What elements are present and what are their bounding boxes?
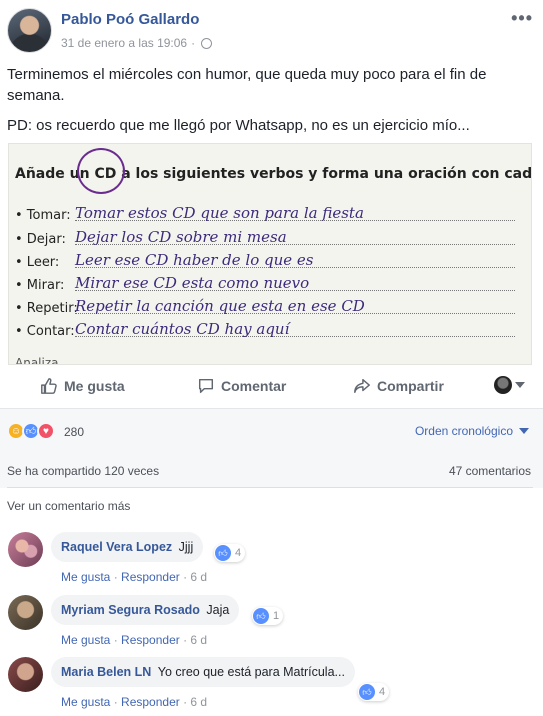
comment-like-count: 4: [379, 686, 386, 698]
comment-bubble: Maria Belen LN Yo creo que está para Mat…: [51, 657, 355, 687]
share-button[interactable]: Compartir: [353, 377, 444, 395]
worksheet-verb: • Tomar:: [15, 208, 71, 223]
commenter-avatar[interactable]: [8, 595, 43, 630]
commenter-avatar[interactable]: [8, 532, 43, 567]
order-label: Orden cronológico: [414, 424, 513, 438]
handwritten-answer: Leer ese CD haber de lo que es: [75, 251, 314, 269]
comment-actions: Me gusta · Responder · 6 d: [61, 633, 208, 647]
comment-reply-link[interactable]: Responder: [121, 570, 180, 584]
comment-actions: Me gusta · Responder · 6 d: [61, 570, 208, 584]
comment-text: Jaja: [206, 603, 230, 617]
commenter-avatar[interactable]: [8, 657, 43, 692]
comment-like-link[interactable]: Me gusta: [61, 695, 110, 709]
worksheet-row: • Dejar: Dejar los CD sobre mi mesa: [15, 228, 515, 247]
comment-text: Jjjj: [178, 540, 194, 554]
worksheet-verb: • Contar:: [15, 324, 75, 339]
comment-age[interactable]: 6 d: [190, 633, 207, 647]
post-meta: 31 de enero a las 19:06 ·: [61, 36, 213, 50]
worksheet-row: • Repetir: Repetir la canción que esta e…: [15, 297, 515, 316]
worksheet-row: • Contar: Contar cuántos CD hay aquí: [15, 320, 515, 339]
share-icon: [354, 378, 370, 394]
worksheet-row: • Tomar: Tomar estos CD que son para la …: [15, 204, 515, 223]
comment-order-dropdown[interactable]: Orden cronológico: [415, 424, 529, 438]
comment-bubble: Raquel Vera Lopez Jjjj: [51, 532, 204, 562]
view-more-comments-link[interactable]: Ver un comentario más: [7, 499, 130, 513]
commenter-name[interactable]: Myriam Segura Rosado: [61, 603, 200, 617]
post-text-line-2: PD: os recuerdo que me llegó por Whatsap…: [7, 117, 470, 134]
meta-separator: ·: [191, 36, 196, 50]
handwritten-answer: Dejar los CD sobre mi mesa: [75, 228, 287, 246]
comment-like-count: 1: [273, 610, 280, 622]
globe-icon: [201, 37, 213, 49]
comment-reply-link[interactable]: Responder: [121, 695, 180, 709]
comment-bubble: Myriam Segura Rosado Jaja: [51, 595, 240, 625]
like-button[interactable]: Me gusta: [40, 377, 125, 395]
chevron-down-icon: [519, 428, 529, 434]
commenter-name[interactable]: Maria Belen LN: [61, 665, 151, 679]
like-reaction-icon: 👍︎: [215, 545, 231, 561]
comment-like-link[interactable]: Me gusta: [61, 570, 110, 584]
reaction-icons[interactable]: ☺ 👍︎ ♥: [7, 422, 55, 440]
handwritten-answer: Contar cuántos CD hay aquí: [75, 320, 290, 338]
reactions-bar: ☺ 👍︎ ♥ 280 Orden cronológico: [0, 408, 543, 452]
worksheet-cut-text: Analiza...: [15, 356, 70, 365]
comment-text: Yo creo que está para Matrícula...: [157, 665, 345, 679]
like-reaction-icon: 👍︎: [253, 608, 269, 624]
post-text-line-1: Terminemos el miércoles con humor, que q…: [7, 66, 487, 104]
like-label: Me gusta: [64, 378, 125, 394]
comment-like-link[interactable]: Me gusta: [61, 633, 110, 647]
worksheet-verb: • Repetir:: [15, 301, 78, 316]
commenter-name[interactable]: Raquel Vera Lopez: [61, 540, 172, 554]
handwritten-answer: Repetir la canción que esta en ese CD: [75, 297, 365, 315]
divider: [7, 487, 533, 488]
post-photo[interactable]: Añade un CD a los siguientes verbos y fo…: [8, 143, 532, 365]
comment-button[interactable]: Comentar: [197, 377, 286, 395]
view-as-selector[interactable]: [494, 376, 525, 394]
author-name[interactable]: Pablo Poó Gallardo: [61, 11, 199, 28]
worksheet-verb: • Dejar:: [15, 232, 66, 247]
comment-icon: [198, 378, 214, 394]
comment-actions: Me gusta · Responder · 6 d: [61, 695, 208, 709]
post-header: Pablo Poó Gallardo 31 de enero a las 19:…: [0, 0, 543, 62]
comment-reaction-badge[interactable]: 👍︎ 1: [252, 607, 284, 625]
comment-age[interactable]: 6 d: [190, 695, 207, 709]
worksheet-row: • Leer: Leer ese CD haber de lo que es: [15, 251, 515, 270]
post-date[interactable]: 31 de enero a las 19:06: [61, 36, 187, 50]
chevron-down-icon: [515, 382, 525, 388]
more-options-icon[interactable]: •••: [511, 8, 533, 29]
love-icon: ♥: [37, 422, 55, 440]
comment-reply-link[interactable]: Responder: [121, 633, 180, 647]
comment-count[interactable]: 47 comentarios: [449, 464, 531, 478]
comment-label: Comentar: [221, 378, 287, 394]
worksheet-verb: • Leer:: [15, 255, 60, 270]
share-label: Compartir: [377, 378, 444, 394]
comment-age[interactable]: 6 d: [190, 570, 207, 584]
thumbs-up-icon: [41, 378, 57, 394]
cd-circle-mark: [77, 148, 125, 194]
reaction-count[interactable]: 280: [64, 425, 84, 439]
post-text: Terminemos el miércoles con humor, que q…: [7, 64, 527, 145]
handwritten-answer: Tomar estos CD que son para la fiesta: [75, 204, 364, 222]
comment-reaction-badge[interactable]: 👍︎ 4: [358, 683, 390, 701]
handwritten-answer: Mirar ese CD esta como nuevo: [75, 274, 310, 292]
share-count[interactable]: Se ha compartido 120 veces: [7, 464, 159, 478]
like-reaction-icon: 👍︎: [359, 684, 375, 700]
worksheet-verb: • Mirar:: [15, 278, 65, 293]
comment-like-count: 4: [235, 547, 242, 559]
author-avatar[interactable]: [7, 8, 52, 53]
comment-reaction-badge[interactable]: 👍︎ 4: [214, 544, 246, 562]
share-stats-row: Se ha compartido 120 veces 47 comentario…: [0, 452, 543, 488]
worksheet-row: • Mirar: Mirar ese CD esta como nuevo: [15, 274, 515, 293]
post-actions: Me gusta Comentar Compartir: [0, 368, 543, 404]
viewer-avatar: [494, 376, 512, 394]
